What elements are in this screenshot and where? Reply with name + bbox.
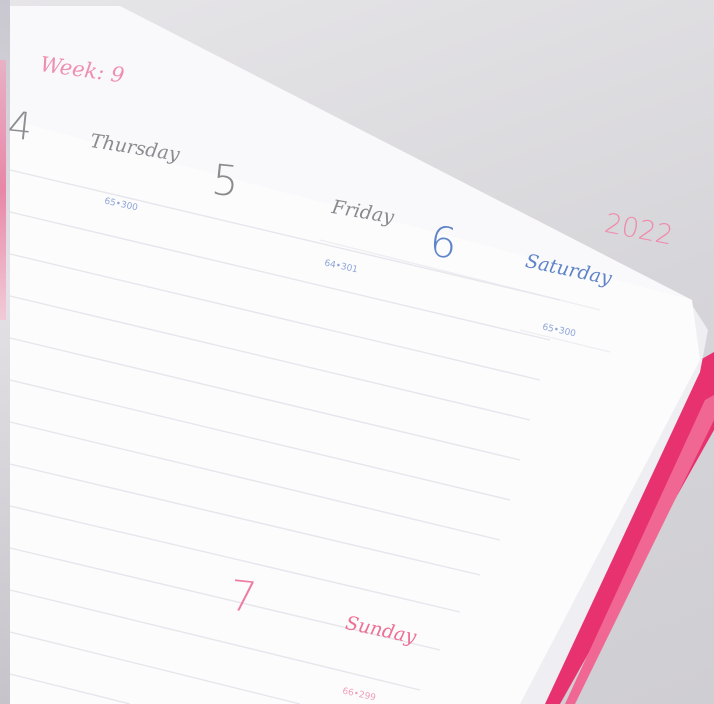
day-number-friday: 5 [209,154,242,207]
day-number-thursday: 4 [5,102,35,150]
day-number-saturday: 6 [427,216,460,269]
planner-page-scene [9,6,714,704]
day-number-sunday: 7 [227,570,260,623]
